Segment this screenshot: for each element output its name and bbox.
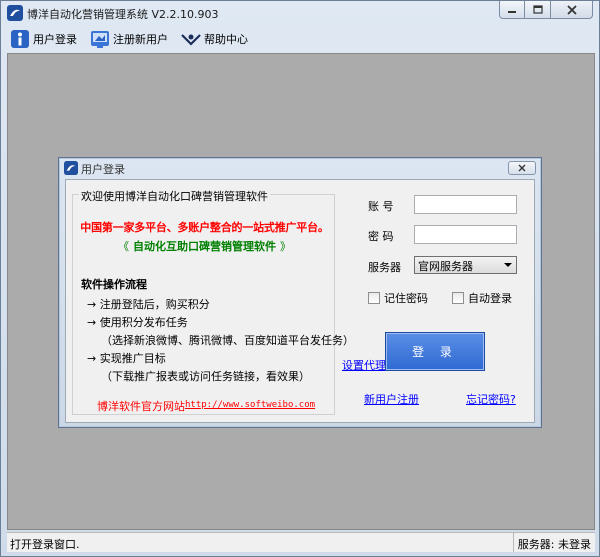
account-input[interactable] bbox=[414, 195, 517, 214]
toolbar-register[interactable]: 注册新用户 bbox=[87, 28, 174, 50]
close-icon bbox=[566, 4, 577, 15]
step-3: → 实现推广目标 bbox=[87, 352, 166, 365]
status-bar: 打开登录窗口. 服务器: 未登录 bbox=[7, 532, 595, 552]
password-input[interactable] bbox=[414, 225, 517, 244]
title-bar[interactable]: 博洋自动化营销管理系统 V2.2.10.903 bbox=[1, 1, 599, 25]
toolbar: 用户登录 注册新用户 帮助中心 bbox=[7, 26, 595, 51]
status-server: 服务器: 未登录 bbox=[512, 533, 591, 552]
dialog-close-button[interactable] bbox=[508, 161, 536, 175]
login-dialog-title: 用户登录 bbox=[81, 163, 125, 176]
remember-password-checkbox[interactable]: 记住密码 bbox=[368, 290, 428, 306]
forgot-password-link[interactable]: 忘记密码? bbox=[466, 391, 516, 407]
maximize-icon bbox=[532, 5, 543, 14]
toolbar-help-label: 帮助中心 bbox=[204, 32, 248, 46]
slogan-open: 《 bbox=[118, 240, 129, 253]
official-site-link[interactable]: http://www.softweibo.com bbox=[185, 400, 315, 410]
help-icon bbox=[181, 33, 201, 46]
register-link[interactable]: 新用户注册 bbox=[364, 391, 419, 407]
official-site-label: 博洋软件官方网站 bbox=[97, 400, 185, 413]
close-button[interactable] bbox=[551, 1, 593, 19]
step-3-detail: （下载推广报表或访问任务链接，看效果） bbox=[101, 370, 310, 383]
chevron-down-icon bbox=[504, 263, 512, 267]
remember-password-box[interactable] bbox=[368, 292, 380, 304]
server-select-value: 官网服务器 bbox=[418, 260, 473, 273]
slogan-text: 《自动化互助口碑营销管理软件》 bbox=[73, 238, 336, 254]
minimize-icon bbox=[508, 10, 516, 13]
headline-text: 中国第一家多平台、多账户整合的一站式推广平台。 bbox=[80, 221, 329, 234]
login-dialog-body: 欢迎使用博洋自动化口碑营销管理软件 中国第一家多平台、多账户整合的一站式推广平台… bbox=[65, 179, 535, 423]
app-logo-icon bbox=[7, 5, 23, 21]
auto-login-box[interactable] bbox=[452, 292, 464, 304]
remember-password-label: 记住密码 bbox=[384, 292, 428, 305]
toolbar-help[interactable]: 帮助中心 bbox=[178, 28, 254, 50]
window-controls bbox=[499, 1, 593, 19]
proxy-settings-link[interactable]: 设置代理 bbox=[342, 357, 386, 373]
step-1: → 注册登陆后，购买积分 bbox=[87, 298, 210, 311]
window-title: 博洋自动化营销管理系统 V2.2.10.903 bbox=[27, 8, 219, 21]
minimize-button[interactable] bbox=[499, 1, 525, 19]
login-button[interactable]: 登 录 bbox=[385, 332, 485, 371]
server-select[interactable]: 官网服务器 bbox=[414, 256, 517, 274]
process-section-title: 软件操作流程 bbox=[81, 278, 147, 291]
maximize-button[interactable] bbox=[525, 1, 551, 19]
slogan-title: 自动化互助口碑营销管理软件 bbox=[133, 240, 276, 253]
welcome-group-title: 欢迎使用博洋自动化口碑营销管理软件 bbox=[79, 188, 270, 204]
password-label: 密 码 bbox=[368, 230, 394, 243]
account-label: 账 号 bbox=[368, 200, 394, 213]
auto-login-checkbox[interactable]: 自动登录 bbox=[452, 290, 512, 306]
status-message: 打开登录窗口. bbox=[10, 538, 80, 551]
welcome-group: 欢迎使用博洋自动化口碑营销管理软件 中国第一家多平台、多账户整合的一站式推广平台… bbox=[72, 188, 354, 415]
user-info-icon bbox=[11, 29, 29, 48]
register-icon bbox=[91, 30, 109, 48]
toolbar-user-login-label: 用户登录 bbox=[33, 32, 77, 46]
slogan-close: 》 bbox=[280, 240, 291, 253]
login-dialog-title-bar[interactable]: 用户登录 bbox=[59, 158, 541, 178]
server-label: 服务器 bbox=[368, 261, 401, 274]
auto-login-label: 自动登录 bbox=[468, 292, 512, 305]
step-2: → 使用积分发布任务 bbox=[87, 316, 188, 329]
login-dialog: 用户登录 欢迎使用博洋自动化口碑营销管理软件 中国第一家多平台、多账户整合的一站… bbox=[58, 157, 542, 428]
toolbar-register-label: 注册新用户 bbox=[113, 32, 168, 46]
toolbar-user-login[interactable]: 用户登录 bbox=[7, 28, 83, 50]
app-logo-icon bbox=[64, 161, 78, 175]
close-icon bbox=[518, 164, 526, 172]
step-2-detail: （选择新浪微博、腾讯微博、百度知道平台发任务） bbox=[101, 334, 354, 347]
